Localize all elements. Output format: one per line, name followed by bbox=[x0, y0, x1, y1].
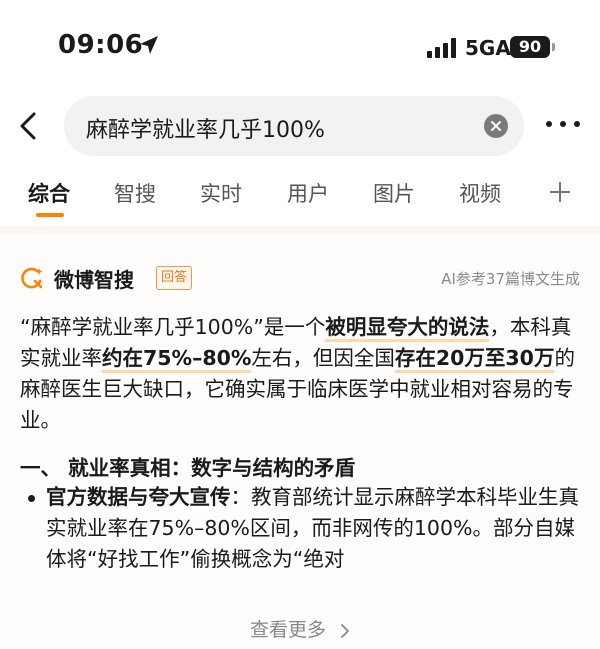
intro-paragraph: “麻醉学就业率几乎100%”是一个被明显夸大的说法，本科真实就业率约在75%–8… bbox=[20, 312, 586, 436]
tab-realtime[interactable]: 实时 bbox=[200, 178, 242, 208]
location-arrow-icon bbox=[140, 36, 158, 54]
battery-level: 90 bbox=[510, 36, 550, 58]
status-bar: 09:06 5GA 90 bbox=[0, 0, 600, 90]
ai-answer-content: 微博智搜 回答 AI参考37篇博文生成 “麻醉学就业率几乎100%”是一个被明显… bbox=[0, 234, 600, 649]
view-more-label: 查看更多 bbox=[249, 619, 326, 641]
search-query: 麻醉学就业率几乎100% bbox=[86, 118, 325, 143]
weibo-ai-icon bbox=[21, 267, 43, 289]
tab-active-indicator bbox=[36, 213, 64, 217]
tab-comprehensive[interactable]: 综合 bbox=[28, 178, 70, 208]
highlight-rate: 约在75%–80% bbox=[102, 346, 252, 373]
signal-icon bbox=[427, 38, 456, 58]
section-heading: 一、 就业率真相：数字与结构的矛盾 bbox=[20, 456, 356, 480]
tab-users[interactable]: 用户 bbox=[287, 178, 329, 208]
ai-answer-card: 微博智搜 回答 AI参考37篇博文生成 “麻醉学就业率几乎100%”是一个被明显… bbox=[0, 226, 600, 649]
intro-text: 左右，但因全国 bbox=[251, 346, 395, 370]
brand-name: 微博智搜 bbox=[54, 268, 134, 292]
tab-images[interactable]: 图片 bbox=[373, 178, 415, 208]
bullet-dot bbox=[28, 495, 35, 502]
search-input[interactable]: 麻醉学就业率几乎100% bbox=[64, 96, 524, 156]
network-type: 5GA bbox=[465, 36, 511, 60]
clear-icon[interactable] bbox=[484, 114, 508, 138]
tab-bar: 综合 智搜 实时 用户 图片 视频 bbox=[0, 166, 600, 226]
more-icon[interactable] bbox=[544, 118, 582, 130]
plus-icon[interactable] bbox=[548, 180, 572, 204]
view-more-button[interactable]: 查看更多 bbox=[0, 615, 600, 642]
back-icon[interactable] bbox=[14, 106, 44, 146]
bullet-label: 官方数据与夸大宣传 bbox=[46, 485, 231, 509]
status-time: 09:06 bbox=[58, 30, 144, 60]
search-bar: 麻醉学就业率几乎100% bbox=[0, 96, 600, 156]
highlight-claim: 被明显夸大的说法 bbox=[325, 315, 490, 342]
ai-source-note: AI参考37篇博文生成 bbox=[441, 270, 580, 288]
intro-text: “麻醉学就业率几乎100%”是一个 bbox=[20, 315, 326, 339]
bullet-item: 官方数据与夸大宣传：教育部统计显示麻醉学本科毕业生真实就业率在75%–80%区间… bbox=[46, 482, 586, 575]
tab-videos[interactable]: 视频 bbox=[459, 178, 501, 208]
answer-badge: 回答 bbox=[156, 266, 193, 290]
tab-smart-search[interactable]: 智搜 bbox=[114, 178, 156, 208]
chevron-right-icon bbox=[341, 623, 349, 638]
content-fade bbox=[0, 579, 600, 619]
highlight-gap: 存在20万至30万 bbox=[394, 346, 555, 373]
battery-cap bbox=[552, 43, 555, 51]
